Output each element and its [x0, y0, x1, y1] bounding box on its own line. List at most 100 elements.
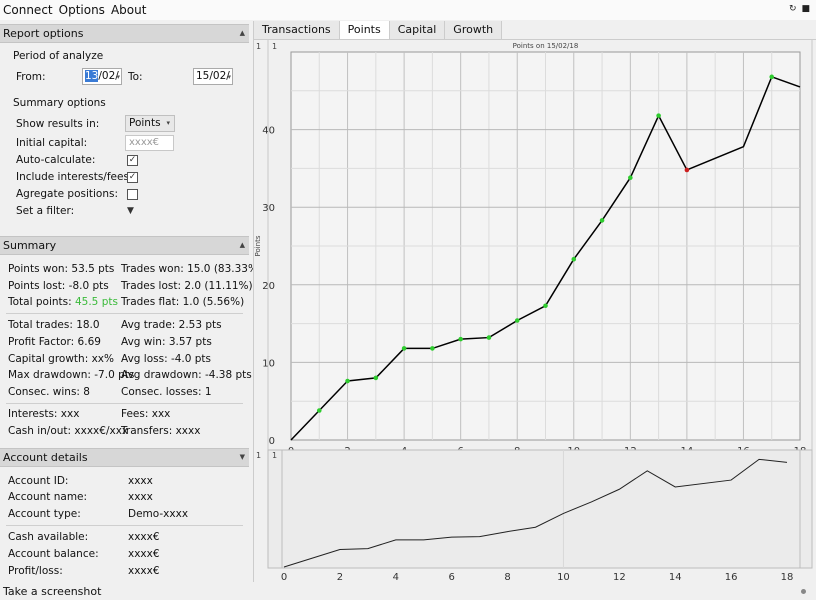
corner-label: 1 [256, 42, 261, 51]
data-point [769, 74, 775, 80]
from-date-field[interactable]: 13/02/ ▾ [82, 68, 122, 85]
menu-options[interactable]: Options [59, 3, 105, 17]
corner-label: 1 [256, 451, 261, 460]
account-details-header[interactable]: Account details ▼ [0, 448, 249, 467]
chevron-down-icon: ▾ [166, 119, 170, 127]
account-type-value: Demo-xxxx [128, 508, 189, 520]
x-tick-label: 4 [393, 572, 399, 582]
date-spin-icon[interactable]: ▾ [116, 70, 120, 85]
x-tick-label: 18 [781, 572, 794, 582]
chart-title: Points on 15/02/18 [513, 42, 579, 50]
profit-factor: Profit Factor: 6.69 [8, 336, 101, 348]
camera-icon[interactable]: ■ [801, 4, 810, 14]
status-dot-icon [801, 589, 806, 594]
consec-losses: Consec. losses: 1 [121, 386, 212, 398]
total-points-label: Total points: [8, 296, 75, 308]
initial-capital-input[interactable]: xxxx€ [125, 135, 174, 151]
fees: Fees: xxx [121, 408, 171, 420]
filter-label: Set a filter: [16, 205, 75, 217]
x-tick-label: 0 [281, 572, 287, 582]
corner-label: 1 [272, 42, 277, 51]
data-point [401, 346, 407, 351]
data-point [543, 303, 548, 309]
from-date-selected: 13 [85, 70, 99, 82]
points-chart[interactable]: 11024681012141618010203040Points on 15/0… [254, 40, 816, 468]
collapse-arrow-icon[interactable]: ▲ [240, 241, 245, 249]
divider [6, 403, 243, 404]
y-axis-label: Points [254, 235, 262, 256]
collapse-arrow-icon[interactable]: ▲ [240, 29, 245, 37]
total-trades: Total trades: 18.0 [8, 319, 100, 331]
x-tick-label: 12 [613, 572, 626, 582]
auto-calc-checkbox[interactable]: ✓ [127, 155, 138, 166]
show-results-dropdown[interactable]: Points ▾ [125, 115, 175, 132]
aggregate-label: Agregate positions: [16, 188, 119, 200]
data-point [458, 336, 463, 342]
aggregate-checkbox[interactable] [127, 189, 138, 200]
account-balance-label: Account balance: [8, 548, 99, 560]
corner-icons: ↻ ■ [789, 4, 810, 14]
left-panel: Report options ▲ Period of analyze From:… [0, 20, 262, 582]
account-name-label: Account name: [8, 491, 88, 503]
data-point [571, 256, 577, 262]
menu-connect[interactable]: Connect [3, 3, 53, 17]
cash-available-label: Cash available: [8, 531, 89, 543]
status-text[interactable]: Take a screenshot [3, 585, 101, 598]
y-tick-label: 10 [262, 358, 275, 369]
auto-calc-label: Auto-calculate: [16, 154, 96, 166]
data-point [656, 113, 661, 118]
account-balance-value: xxxx€ [128, 548, 160, 560]
tab-growth[interactable]: Growth [445, 21, 503, 39]
data-point [684, 167, 690, 173]
avg-loss: Avg loss: -4.0 pts [121, 353, 212, 365]
total-points-value: 45.5 pts [74, 296, 118, 308]
collapse-arrow-icon[interactable]: ▼ [240, 453, 245, 461]
tab-capital[interactable]: Capital [389, 21, 446, 39]
max-drawdown: Max drawdown: -7.0 pts [8, 369, 135, 381]
x-tick-label: 16 [725, 572, 738, 582]
tab-bar: Transactions Points Capital Growth [254, 21, 503, 39]
interests: Interests: xxx [8, 408, 80, 420]
refresh-icon[interactable]: ↻ [789, 4, 797, 14]
corner-label: 1 [272, 451, 277, 460]
overview-area [267, 449, 813, 569]
divider [6, 313, 243, 314]
capital-growth: Capital growth: xx% [8, 353, 114, 365]
menu-bar: Connect Options About ↻ ■ [0, 0, 816, 20]
account-id-label: Account ID: [8, 475, 69, 487]
data-point [514, 318, 520, 323]
initial-capital-label: Initial capital: [16, 137, 88, 149]
report-options-title: Report options [3, 27, 84, 40]
summary-options-label: Summary options [13, 97, 106, 109]
account-type-label: Account type: [8, 508, 81, 520]
data-point [430, 346, 435, 351]
menu-about[interactable]: About [111, 3, 146, 17]
include-interests-label: Include interests/fees: [16, 171, 133, 183]
data-point [345, 378, 350, 384]
avg-win: Avg win: 3.57 pts [121, 336, 212, 348]
summary-header[interactable]: Summary ▲ [0, 236, 249, 255]
to-date-field[interactable]: 15/02/ ▾ [193, 68, 233, 85]
overview-chart[interactable]: 1 10 2 4 6 8 10 12 14 16 18 [254, 447, 816, 582]
include-interests-checkbox[interactable]: ✓ [127, 172, 138, 183]
x-tick-label: 2 [337, 572, 343, 582]
trades-lost: Trades lost: 2.0 (11.11%) [121, 280, 253, 292]
avg-drawdown: Avg drawdown: -4.38 pts [121, 369, 252, 381]
tab-transactions[interactable]: Transactions [254, 21, 340, 39]
cash-available-value: xxxx€ [128, 531, 160, 543]
y-tick-label: 40 [262, 126, 275, 137]
data-point [373, 375, 379, 381]
transfers: Transfers: xxxx [121, 425, 201, 437]
consec-wins: Consec. wins: 8 [8, 386, 90, 398]
filter-icon[interactable]: ▼ [127, 206, 134, 216]
report-options-header[interactable]: Report options ▲ [0, 24, 249, 43]
x-tick-label: 14 [669, 572, 682, 582]
total-points: Total points: 45.5 pts [8, 296, 118, 308]
y-tick-label: 20 [262, 281, 275, 292]
cash-in-out: Cash in/out: xxxx€/xxx [8, 425, 129, 437]
tab-points[interactable]: Points [339, 21, 390, 39]
data-point [316, 408, 322, 413]
to-label: To: [128, 71, 143, 83]
date-spin-icon[interactable]: ▾ [227, 70, 231, 85]
x-tick-label: 8 [504, 572, 510, 582]
